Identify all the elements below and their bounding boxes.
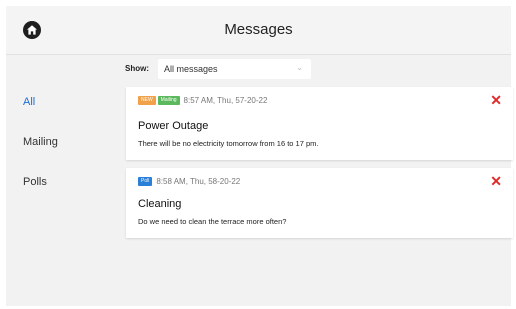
filter-select-value: All messages: [164, 64, 218, 74]
mailing-badge: Mailing: [157, 96, 180, 105]
message-subject: Power Outage: [138, 120, 209, 132]
new-badge: NEW: [138, 96, 156, 105]
message-meta: Poll 8:58 AM, Thu, 58-20-22: [138, 177, 240, 187]
app-frame: Messages All Mailing Polls Show: All mes…: [6, 6, 513, 306]
message-subject: Cleaning: [138, 198, 182, 210]
sidebar-item-all[interactable]: All: [23, 96, 35, 108]
header: Messages: [6, 6, 511, 55]
message-timestamp: 8:58 AM, Thu, 58-20-22: [156, 177, 241, 186]
filter-label: Show:: [125, 64, 149, 73]
filter-select[interactable]: All messages ⌄: [158, 59, 311, 79]
poll-badge: Poll: [138, 177, 153, 186]
message-card[interactable]: Poll 8:58 AM, Thu, 58-20-22 Cleaning Do w…: [126, 168, 513, 238]
message-body: There will be no electricity tomorrow fr…: [138, 139, 319, 148]
message-meta: NEW Mailing 8:57 AM, Thu, 57-20-22: [138, 96, 267, 106]
sidebar-item-polls[interactable]: Polls: [23, 176, 47, 188]
delete-icon[interactable]: ✕: [490, 93, 502, 107]
chevron-down-icon: ⌄: [296, 63, 303, 72]
delete-icon[interactable]: ✕: [490, 174, 502, 188]
message-timestamp: 8:57 AM, Thu, 57-20-22: [183, 96, 268, 105]
page-title: Messages: [224, 21, 293, 38]
sidebar: All Mailing Polls: [6, 54, 116, 306]
sidebar-item-mailing[interactable]: Mailing: [23, 136, 58, 148]
message-card[interactable]: NEW Mailing 8:57 AM, Thu, 57-20-22 Power O…: [126, 87, 513, 160]
message-body: Do we need to clean the terrace more oft…: [138, 217, 287, 226]
